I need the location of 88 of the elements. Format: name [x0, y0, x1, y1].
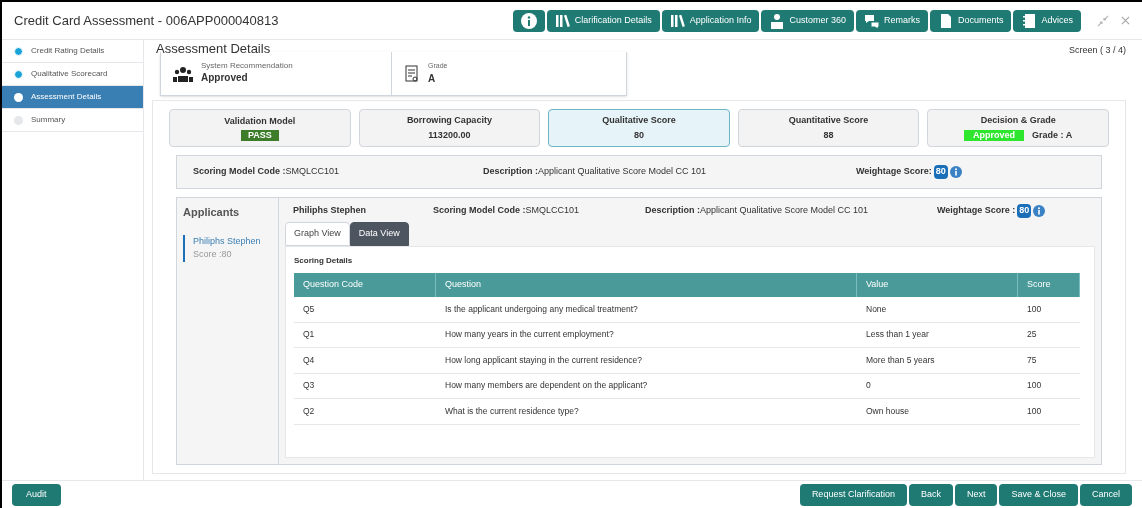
- books-icon: [669, 12, 686, 29]
- minimize-icon[interactable]: [1097, 14, 1109, 27]
- applicant-name: Philiphs Stephen: [293, 204, 367, 218]
- status-badge: PASS: [240, 130, 279, 142]
- score-badge: 80: [933, 165, 948, 179]
- sidebar-item[interactable]: Summary: [2, 109, 143, 132]
- model-description: Description :Applicant Qualitative Score Model CC 101: [483, 165, 708, 179]
- table-cell-text: 25: [1026, 328, 1038, 342]
- screen-counter: Screen ( 3 / 4): [1068, 44, 1126, 57]
- score-card[interactable]: Qualitative Score 80: [548, 109, 730, 147]
- toolbar-button[interactable]: Documents: [929, 9, 1012, 32]
- weightage-score: Weightage Score :: [937, 204, 1016, 218]
- books-icon: [554, 12, 571, 29]
- table-cell-text: Q4: [302, 353, 316, 367]
- column-header[interactable]: Score: [1018, 273, 1080, 297]
- info-icon[interactable]: [1033, 205, 1046, 217]
- sidebar-item[interactable]: Assessment Details: [2, 86, 143, 109]
- sidebar-item[interactable]: Credit Rating Details: [2, 40, 143, 63]
- toolbar-button[interactable]: [512, 9, 545, 32]
- view-tab[interactable]: Data View: [349, 222, 409, 246]
- table-cell-text: Q1: [302, 328, 316, 342]
- field-label: System Recommendation: [201, 62, 293, 70]
- status-badge: Approved: [964, 130, 1025, 142]
- chat-icon: [863, 12, 880, 29]
- close-icon[interactable]: [1121, 16, 1130, 25]
- toolbar-button[interactable]: Advices: [1013, 9, 1081, 32]
- certificate-icon: [404, 63, 420, 84]
- field-value: Approved: [201, 71, 249, 85]
- info-icon: [520, 12, 537, 29]
- score-card[interactable]: Validation Model PASS: [169, 109, 351, 147]
- card-value: 80: [633, 129, 644, 142]
- table-cell-text: Q5: [302, 302, 316, 316]
- table-cell-text: How many members are dependent on the applicant?: [444, 379, 649, 393]
- notebook-icon: [1021, 12, 1038, 29]
- table-cell-text: How many years in the current employment?: [444, 328, 615, 342]
- table-cell-text: 100: [1026, 379, 1043, 393]
- footer-button[interactable]: Save & Close: [999, 483, 1078, 506]
- table-cell-text: Own house: [865, 404, 910, 418]
- card-title: Validation Model: [224, 114, 296, 128]
- applicants-heading: Applicants: [183, 205, 241, 220]
- footer-button[interactable]: Next: [954, 483, 998, 506]
- model-description: Description :Applicant Qualitative Score Model CC 101: [645, 204, 870, 218]
- column-header[interactable]: Value: [857, 273, 1018, 297]
- applicant-item[interactable]: Philiphs Stephen Score :80: [183, 234, 272, 262]
- card-value: 113200.00: [428, 129, 471, 142]
- table-cell-text: 0: [865, 379, 872, 393]
- table-cell-text: 100: [1026, 302, 1043, 316]
- card-value: Grade : A: [1032, 129, 1073, 142]
- table-cell-text: What is the current residence type?: [444, 404, 580, 418]
- card-title: Quantitative Score: [788, 113, 869, 127]
- column-header[interactable]: Question: [436, 273, 857, 297]
- weightage-score: Weightage Score:: [856, 165, 932, 179]
- card-title: Qualitative Score: [602, 113, 676, 127]
- footer-button[interactable]: Request Clarification: [799, 483, 907, 506]
- card-value: 88: [823, 129, 834, 142]
- table-cell-text: Is the applicant undergoing any medical treatment?: [444, 302, 639, 316]
- score-card[interactable]: Decision & Grade Approved Grade : A: [927, 109, 1109, 147]
- card-title: Decision & Grade: [980, 113, 1056, 127]
- toolbar-button[interactable]: Customer 360: [761, 9, 854, 32]
- group-icon: [173, 65, 193, 82]
- table-cell-text: Q2: [302, 404, 316, 418]
- info-icon[interactable]: [949, 166, 962, 178]
- page-title: Assessment Details: [156, 42, 271, 55]
- table-cell-text: How long applicant staying in the current residence?: [444, 353, 644, 367]
- table-cell-text: 100: [1026, 404, 1043, 418]
- score-badge: 80: [1017, 204, 1032, 218]
- column-header[interactable]: Question Code: [294, 273, 436, 297]
- model-code: Scoring Model Code :SMQLCC101: [433, 204, 581, 218]
- toolbar-button[interactable]: Application Info: [661, 9, 760, 32]
- view-tab[interactable]: Graph View: [285, 222, 350, 246]
- field-value: A: [428, 72, 437, 87]
- table-cell-text: More than 5 years: [865, 353, 936, 367]
- footer-button[interactable]: Back: [908, 483, 953, 506]
- score-card[interactable]: Quantitative Score 88: [737, 109, 920, 147]
- footer-button[interactable]: Audit: [12, 483, 61, 506]
- table-cell-text: Q3: [302, 379, 316, 393]
- section-title: Scoring Details: [294, 255, 354, 267]
- toolbar-button[interactable]: Remarks: [855, 9, 928, 32]
- person-icon: [769, 12, 786, 29]
- table-cell-text: 75: [1026, 353, 1038, 367]
- table-cell-text: Less than 1 year: [865, 328, 930, 342]
- table-cell-text: None: [865, 302, 888, 316]
- footer-button[interactable]: Cancel: [1080, 483, 1132, 506]
- card-title: Borrowing Capacity: [406, 113, 492, 127]
- score-card[interactable]: Borrowing Capacity 113200.00: [358, 109, 541, 147]
- window-title: Credit Card Assessment - 006APP000040813: [14, 11, 279, 30]
- model-code: Scoring Model Code :SMQLCC101: [193, 165, 341, 179]
- toolbar-button[interactable]: Clarification Details: [546, 9, 660, 32]
